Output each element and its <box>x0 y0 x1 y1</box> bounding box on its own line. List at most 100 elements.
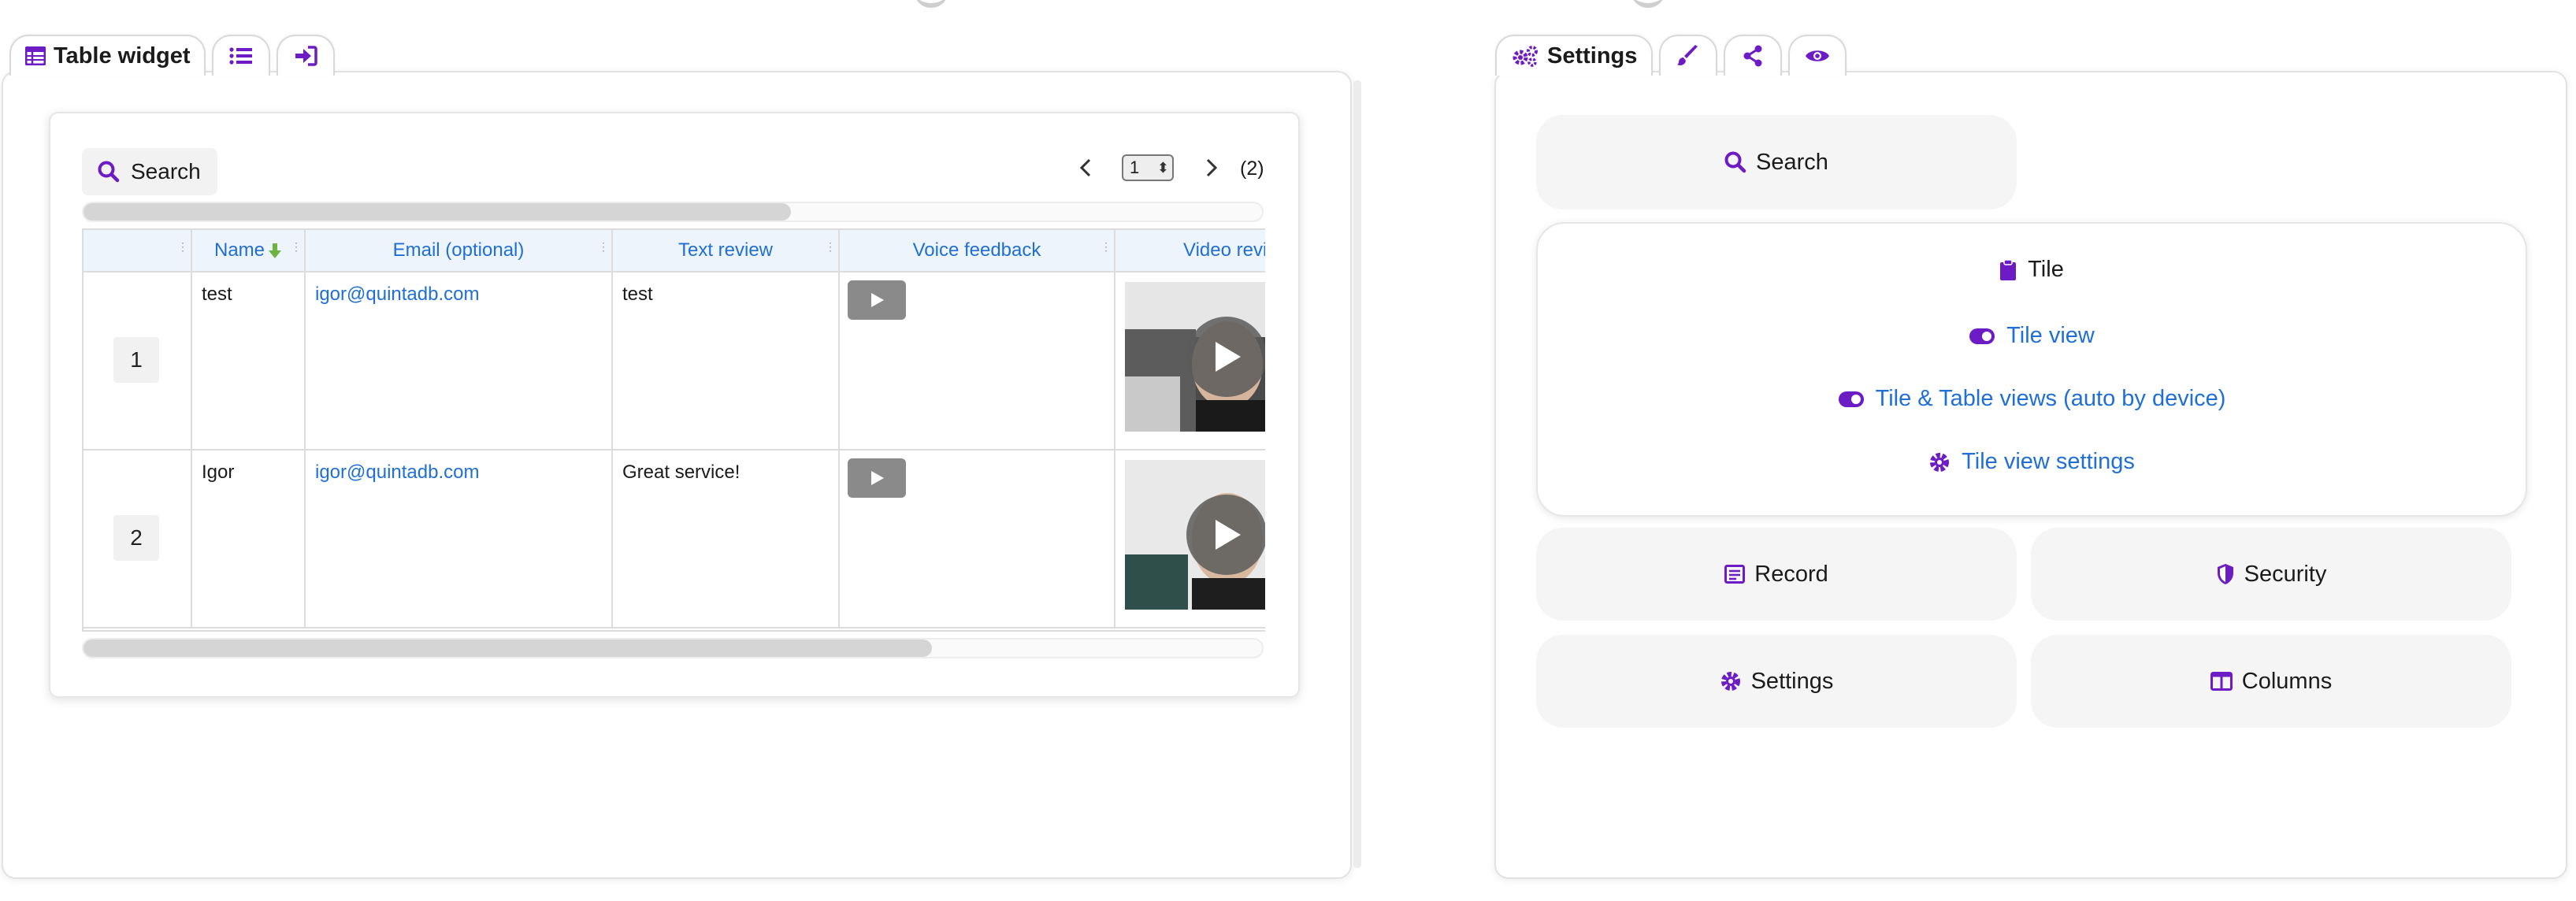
tab-table-widget-label: Table widget <box>54 43 191 69</box>
row-number-cell: 2 <box>84 450 192 627</box>
table-header-row: ⋮ Name ⋮ Email (optional) ⋮ Text review ⋮ … <box>84 228 1265 273</box>
settings-search-label: Search <box>1756 149 1828 175</box>
chevron-right-icon[interactable] <box>1204 158 1219 178</box>
bottom-scrollbar[interactable] <box>82 638 1264 658</box>
header-email[interactable]: Email (optional) ⋮ <box>306 230 613 271</box>
voice-feedback-cell <box>840 450 1115 627</box>
left-tabbar: Table widget <box>9 32 341 76</box>
table-row[interactable]: 2 Igor igor@quintadb.com Great service! <box>84 450 1265 628</box>
top-decoration-arc <box>914 0 948 8</box>
clipboard-icon <box>2000 258 2017 280</box>
play-icon <box>1216 520 1241 550</box>
page-select-value: 1 <box>1130 158 1140 177</box>
video-play-button[interactable] <box>1186 495 1265 575</box>
columns-label: Columns <box>2241 668 2333 694</box>
header-video-review[interactable]: Video revi <box>1115 230 1265 271</box>
list-icon <box>229 47 253 65</box>
page-select[interactable]: 1 <box>1122 154 1174 181</box>
video-play-button[interactable] <box>1186 317 1265 397</box>
tab-sign-in[interactable] <box>277 35 336 76</box>
tab-preview[interactable] <box>1788 35 1847 76</box>
tab-settings[interactable]: Settings <box>1495 35 1654 76</box>
tab-table-widget[interactable]: Table widget <box>9 35 206 76</box>
tile-heading-label: Tile <box>2028 257 2064 282</box>
chevron-left-icon[interactable] <box>1078 158 1093 178</box>
tab-list[interactable] <box>212 35 271 76</box>
tile-view-toggle[interactable]: Tile view <box>1538 323 2526 349</box>
header-video-review-label: Video revi <box>1183 239 1265 261</box>
header-name[interactable]: Name ⋮ <box>192 230 306 271</box>
header-rownum: ⋮ <box>84 230 192 271</box>
tile-view-label: Tile view <box>2006 323 2095 348</box>
tab-design[interactable] <box>1659 35 1718 76</box>
text-review-cell: Great service! <box>613 450 840 627</box>
tile-view-settings-label: Tile view settings <box>1962 449 2135 474</box>
audio-play-button[interactable] <box>848 280 906 320</box>
video-review-cell <box>1115 273 1265 449</box>
header-email-label: Email (optional) <box>392 239 525 261</box>
top-scrollbar[interactable] <box>82 202 1264 222</box>
search-icon <box>98 161 120 183</box>
top-decoration-arc <box>1631 0 1665 8</box>
tab-settings-label: Settings <box>1547 43 1638 69</box>
sign-in-icon <box>295 46 318 66</box>
brush-icon <box>1677 45 1698 65</box>
header-text-review[interactable]: Text review ⋮ <box>613 230 840 271</box>
name-cell: Igor <box>192 450 306 627</box>
row-number: 2 <box>113 515 159 561</box>
play-icon <box>871 293 884 307</box>
play-icon <box>871 471 884 485</box>
tile-table-label: Tile & Table views (auto by device) <box>1875 386 2226 411</box>
tile-view-settings-link[interactable]: Tile view settings <box>1538 449 2526 475</box>
header-name-label: Name <box>213 239 265 261</box>
table-row[interactable]: 1 test igor@quintadb.com test <box>84 273 1265 450</box>
security-label: Security <box>2244 561 2327 587</box>
text-review-cell: test <box>613 273 840 449</box>
video-thumbnail[interactable] <box>1125 460 1265 610</box>
name-cell: test <box>192 273 306 449</box>
record-icon <box>1724 565 1746 584</box>
tile-options-box: Tile Tile view Tile & Table views (auto … <box>1536 222 2527 517</box>
columns-icon <box>2210 672 2233 691</box>
columns-button[interactable]: Columns <box>2031 635 2511 728</box>
play-icon <box>1216 342 1241 372</box>
settings-label: Settings <box>1750 668 1834 694</box>
table-search-button[interactable]: Search <box>82 148 217 195</box>
gear-icon <box>1930 452 1950 472</box>
table-search-label: Search <box>131 159 201 184</box>
tile-table-toggle[interactable]: Tile & Table views (auto by device) <box>1538 386 2526 412</box>
toggle-on-icon <box>1969 328 1995 344</box>
share-icon <box>1743 45 1762 67</box>
top-scrollbar-thumb[interactable] <box>84 203 791 221</box>
record-label: Record <box>1754 561 1828 587</box>
arrow-down-icon <box>269 243 282 258</box>
video-review-cell <box>1115 450 1265 627</box>
row-number: 1 <box>113 337 159 383</box>
page-total: (2) <box>1240 158 1264 180</box>
security-button[interactable]: Security <box>2031 528 2511 621</box>
bottom-scrollbar-thumb[interactable] <box>84 640 933 657</box>
gear-icon <box>1720 672 1740 691</box>
header-text-review-label: Text review <box>677 239 774 261</box>
tile-heading: Tile <box>1538 257 2526 283</box>
audio-play-button[interactable] <box>848 458 906 498</box>
record-button[interactable]: Record <box>1536 528 2017 621</box>
email-link[interactable]: igor@quintadb.com <box>306 273 613 449</box>
settings-search-button[interactable]: Search <box>1536 115 2017 209</box>
eye-icon <box>1806 50 1830 61</box>
cogs-icon <box>1513 46 1538 67</box>
email-link[interactable]: igor@quintadb.com <box>306 450 613 627</box>
row-number-cell: 1 <box>84 273 192 449</box>
settings-button[interactable]: Settings <box>1536 635 2017 728</box>
search-icon <box>1724 151 1746 173</box>
tab-share[interactable] <box>1724 35 1783 76</box>
toggle-on-icon <box>1838 391 1864 407</box>
voice-feedback-cell <box>840 273 1115 449</box>
data-table: ⋮ Name ⋮ Email (optional) ⋮ Text review ⋮ … <box>82 228 1265 632</box>
video-thumbnail[interactable] <box>1125 282 1265 432</box>
header-voice-feedback-label: Voice feedback <box>912 239 1041 261</box>
header-voice-feedback[interactable]: Voice feedback ⋮ <box>840 230 1115 271</box>
right-tabbar: Settings <box>1495 32 1853 76</box>
shield-icon <box>2217 564 2233 584</box>
table-icon <box>25 46 46 65</box>
